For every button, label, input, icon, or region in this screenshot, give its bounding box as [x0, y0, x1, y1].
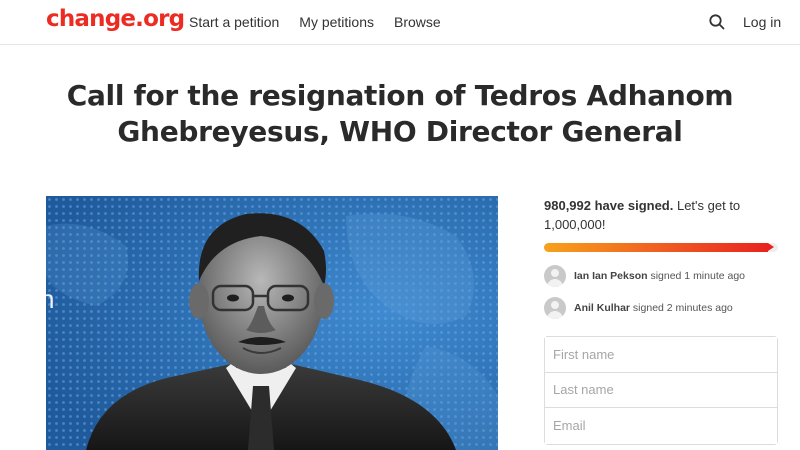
signer-action: signed 1 minute ago [647, 270, 746, 282]
progress-tip [768, 243, 774, 251]
signer-name: Anil Kulhar [574, 302, 631, 314]
search-icon[interactable] [708, 13, 726, 31]
site-logo[interactable]: change.org [46, 6, 185, 32]
nav-start-petition[interactable]: Start a petition [189, 14, 279, 30]
email-field[interactable] [545, 408, 777, 444]
recent-signers-list: Ian Ian Pekson signed 1 minute ago Anil … [544, 260, 778, 324]
signer-action: signed 2 minutes ago [630, 302, 733, 314]
nav-my-petitions[interactable]: My petitions [299, 14, 374, 30]
sign-sidebar: 980,992 have signed. Let's get to 1,000,… [544, 196, 778, 445]
list-item: Anil Kulhar signed 2 minutes ago [544, 292, 778, 324]
avatar [544, 297, 566, 319]
main-nav: Start a petition My petitions Browse [189, 14, 461, 30]
petition-title: Call for the resignation of Tedros Adhan… [66, 79, 734, 148]
signer-name: Ian Ian Pekson [574, 270, 648, 282]
last-name-field[interactable] [545, 372, 777, 408]
signer-text: Anil Kulhar signed 2 minutes ago [574, 302, 733, 314]
signed-count: 980,992 have signed. [544, 198, 674, 213]
avatar [544, 265, 566, 287]
signer-text: Ian Ian Pekson signed 1 minute ago [574, 270, 745, 282]
petition-image: n [46, 196, 498, 450]
login-link[interactable]: Log in [743, 14, 781, 30]
sign-form [544, 336, 778, 445]
signature-count-text: 980,992 have signed. Let's get to 1,000,… [544, 196, 778, 234]
nav-browse[interactable]: Browse [394, 14, 441, 30]
top-header: change.org Start a petition My petitions… [0, 0, 800, 45]
progress-fill [544, 243, 768, 252]
list-item: Ian Ian Pekson signed 1 minute ago [544, 260, 778, 292]
first-name-field[interactable] [545, 337, 777, 373]
petition-photo: n [46, 196, 498, 450]
image-partial-text: n [46, 284, 54, 314]
signature-progress-bar [544, 243, 778, 252]
